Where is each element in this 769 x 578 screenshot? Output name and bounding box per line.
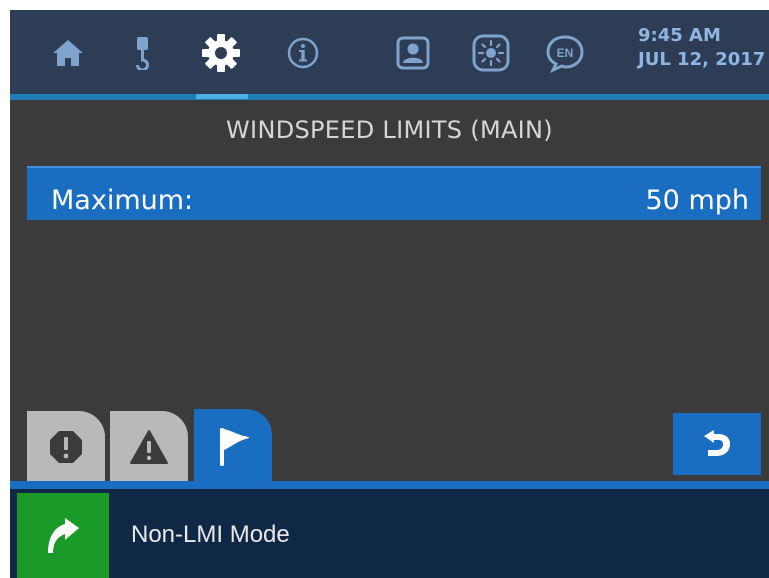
flag-icon bbox=[220, 428, 249, 466]
date-text: JUL 12, 2017 bbox=[638, 49, 766, 70]
info-icon[interactable] bbox=[278, 28, 328, 78]
gear-icon[interactable] bbox=[196, 28, 246, 78]
warning-icon bbox=[130, 430, 168, 464]
top-nav-bar: EN 9:45 AM JUL 12, 2017 bbox=[10, 10, 769, 94]
back-arrow-icon bbox=[704, 430, 730, 456]
stop-alarm-icon bbox=[50, 431, 82, 463]
brightness-icon[interactable] bbox=[466, 28, 516, 78]
page-title: WINDSPEED LIMITS (MAIN) bbox=[226, 116, 553, 144]
non-lmi-mode-button[interactable] bbox=[17, 493, 109, 578]
display-screen: EN 9:45 AM JUL 12, 2017 WINDSPEED LIMITS… bbox=[10, 10, 769, 578]
language-code: EN bbox=[557, 46, 574, 60]
home-icon[interactable] bbox=[43, 28, 93, 78]
setting-label: Maximum: bbox=[51, 184, 194, 216]
topbar-divider bbox=[10, 94, 769, 100]
maximum-windspeed-row[interactable]: Maximum: 50 mph bbox=[27, 166, 761, 220]
setting-value: 50 mph bbox=[645, 184, 750, 216]
operator-profile-icon[interactable] bbox=[388, 28, 438, 78]
bypass-arrow-icon bbox=[48, 517, 79, 553]
tab-limits[interactable] bbox=[194, 409, 272, 483]
back-button[interactable] bbox=[673, 413, 761, 475]
tab-divider bbox=[10, 481, 769, 489]
active-tab-indicator bbox=[196, 94, 248, 99]
mode-label: Non-LMI Mode bbox=[131, 521, 290, 548]
language-icon[interactable]: EN bbox=[540, 28, 590, 78]
tab-stop-alarms[interactable] bbox=[27, 411, 105, 483]
time-text: 9:45 AM bbox=[638, 25, 721, 46]
status-bar bbox=[10, 489, 769, 578]
crane-hook-icon[interactable] bbox=[118, 28, 168, 78]
tab-warnings[interactable] bbox=[110, 411, 188, 483]
datetime-display: 9:45 AM JUL 12, 2017 bbox=[638, 24, 765, 72]
